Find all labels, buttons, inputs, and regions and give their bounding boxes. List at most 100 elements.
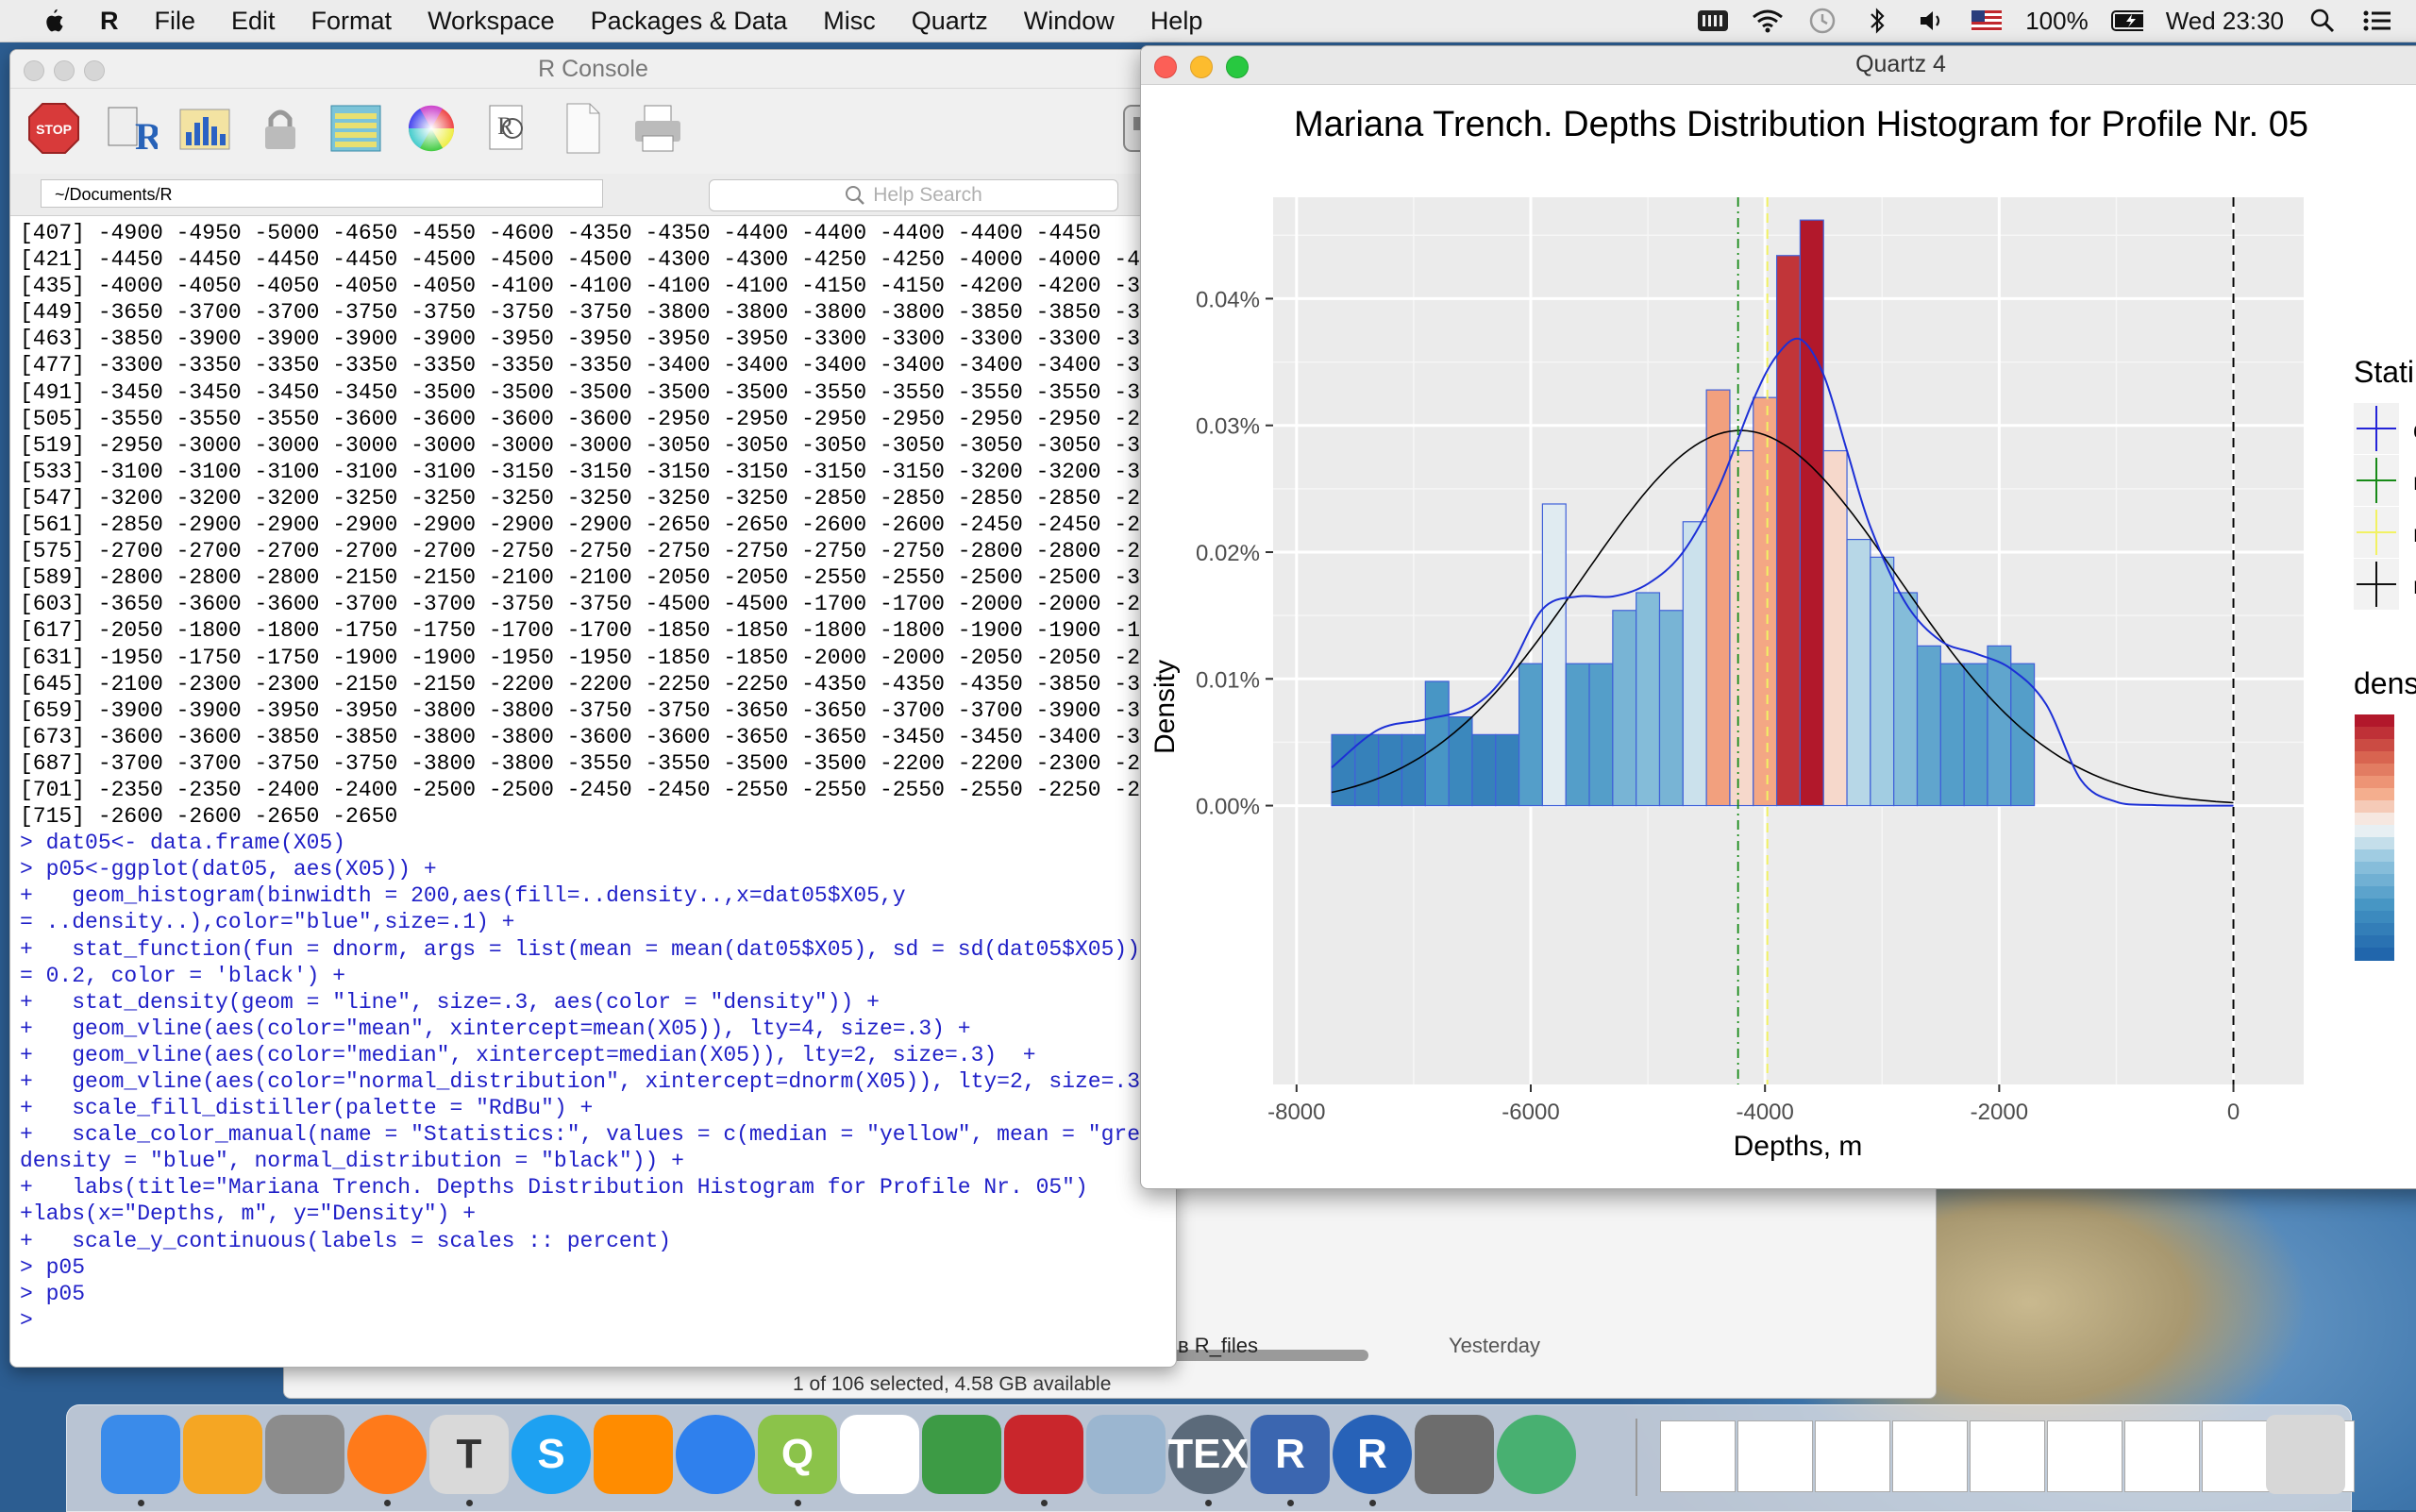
console-command-line: + scale_y_continuous(labels = scales :: … xyxy=(20,1228,672,1253)
console-command-line: + scale_color_manual(name = "Statistics:… xyxy=(20,1122,1166,1148)
fill-colorbar-segment xyxy=(2355,886,2394,899)
volume-icon[interactable] xyxy=(1916,8,1948,34)
skype-icon[interactable]: S xyxy=(512,1415,591,1494)
minimized-window-thumbnail[interactable] xyxy=(1737,1420,1813,1492)
battery-percent[interactable]: 100% xyxy=(2025,7,2089,36)
open-document-icon[interactable]: R xyxy=(478,100,535,157)
textedit-icon[interactable] xyxy=(840,1415,919,1494)
console-output-line: [449] -3650 -3700 -3700 -3750 -3750 -375… xyxy=(20,300,1166,326)
menu-app-r[interactable]: R xyxy=(100,7,119,36)
menu-quartz[interactable]: Quartz xyxy=(912,7,988,36)
clock[interactable]: Wed 23:30 xyxy=(2166,7,2284,36)
menu-help[interactable]: Help xyxy=(1150,7,1203,36)
fill-colorbar-segment xyxy=(2355,739,2394,752)
console-output-line: [659] -3900 -3900 -3950 -3950 -3800 -380… xyxy=(20,697,1166,723)
histogram-bar xyxy=(1987,645,2012,807)
fill-colorbar-segment xyxy=(2355,825,2394,838)
y-tick-label: 0.01% xyxy=(1196,667,1260,693)
apple-icon[interactable] xyxy=(40,7,66,35)
spotlight-search-icon[interactable] xyxy=(2307,8,2339,34)
r-icon[interactable]: R xyxy=(1250,1415,1330,1494)
gimp-icon[interactable] xyxy=(1415,1415,1494,1494)
fill-colorbar-segment xyxy=(2355,923,2394,936)
quartz-titlebar[interactable]: Quartz 4 xyxy=(1141,46,2416,85)
pages-icon[interactable] xyxy=(183,1415,262,1494)
help-search-field[interactable]: Help Search xyxy=(709,179,1118,211)
firefox-icon[interactable] xyxy=(347,1415,427,1494)
fill-colorbar-segment xyxy=(2355,714,2394,728)
ibooks-icon[interactable] xyxy=(922,1415,1001,1494)
menu-edit[interactable]: Edit xyxy=(231,7,276,36)
memory-meter-icon[interactable] xyxy=(1697,8,1729,34)
r-console-titlebar[interactable]: R Console xyxy=(10,50,1176,89)
minimized-window-thumbnail[interactable] xyxy=(1892,1420,1968,1492)
histogram-bar xyxy=(1565,663,1590,807)
console-command-line: = ..density..),color="blue",size=.1) + xyxy=(20,910,515,935)
new-document-icon[interactable] xyxy=(554,100,611,157)
stop-icon[interactable]: STOP xyxy=(25,100,82,157)
console-output-line: [491] -3450 -3450 -3450 -3450 -3500 -350… xyxy=(20,379,1166,405)
y-tick-label: 0.03% xyxy=(1196,414,1260,440)
histogram-bar xyxy=(1729,449,1754,807)
battery-icon[interactable] xyxy=(2110,8,2143,34)
console-output-line: [463] -3850 -3900 -3900 -3900 -3900 -395… xyxy=(20,327,1166,352)
calculator-icon[interactable] xyxy=(265,1415,344,1494)
search-icon xyxy=(846,186,865,206)
fill-colorbar-segment xyxy=(2355,837,2394,850)
console-output[interactable]: [407] -4900 -4950 -5000 -4650 -4550 -460… xyxy=(20,220,1166,1329)
workspace-browser-icon[interactable] xyxy=(327,100,384,157)
menu-misc[interactable]: Misc xyxy=(823,7,876,36)
console-command-line: + geom_vline(aes(color="normal_distribut… xyxy=(20,1069,1166,1094)
histogram-bar xyxy=(1682,521,1707,807)
minimized-window-thumbnail[interactable] xyxy=(1815,1420,1890,1492)
histogram-bar xyxy=(1870,556,1895,807)
menu-file[interactable]: File xyxy=(155,7,196,36)
r-app-icon[interactable]: R xyxy=(1333,1415,1412,1494)
print-icon[interactable] xyxy=(629,100,686,157)
quartz-chart-icon[interactable] xyxy=(176,100,233,157)
fill-colorbar-segment xyxy=(2355,776,2394,789)
fill-colorbar-segment xyxy=(2355,764,2394,777)
trash-icon[interactable] xyxy=(2266,1415,2345,1494)
lock-icon[interactable] xyxy=(252,100,309,157)
x-tick-label: -8000 xyxy=(1267,1100,1325,1125)
bluetooth-icon[interactable] xyxy=(1861,8,1893,34)
console-command-line: > dat05<- data.frame(X05) xyxy=(20,831,346,856)
tex-icon[interactable]: TEX xyxy=(1167,1415,1249,1494)
acrobat-icon[interactable] xyxy=(1004,1415,1083,1494)
wifi-icon[interactable] xyxy=(1752,8,1784,34)
qgis-icon[interactable]: Q xyxy=(758,1415,837,1494)
menu-workspace[interactable]: Workspace xyxy=(428,7,555,36)
console-command-line: + stat_density(geom = "line", size=.3, a… xyxy=(20,989,880,1015)
color-picker-icon[interactable] xyxy=(403,100,460,157)
console-command-line: > p05<-ggplot(dat05, aes(X05)) + xyxy=(20,857,437,882)
histogram-bar xyxy=(1401,733,1426,807)
working-directory-field[interactable]: ~/Documents/R xyxy=(41,179,603,208)
menu-format[interactable]: Format xyxy=(311,7,393,36)
console-output-line: [617] -2050 -1800 -1800 -1750 -1750 -170… xyxy=(20,618,1166,644)
time-machine-icon[interactable] xyxy=(1806,8,1838,34)
quartz-window[interactable]: Quartz 4 -8000 -6000 -4000 -2000 0 0.00% 0.01%… xyxy=(1140,45,2416,1189)
minimized-window-thumbnail[interactable] xyxy=(1970,1420,2045,1492)
menu-packages-data[interactable]: Packages & Data xyxy=(591,7,788,36)
minimized-window-thumbnail[interactable] xyxy=(1660,1420,1736,1492)
atom-icon[interactable] xyxy=(1497,1415,1576,1494)
us-flag-icon[interactable] xyxy=(1971,8,2003,34)
preview-icon[interactable] xyxy=(1086,1415,1166,1494)
source-script-icon[interactable]: R xyxy=(101,100,158,157)
notification-center-icon[interactable] xyxy=(2361,8,2393,34)
minimized-window-thumbnail[interactable] xyxy=(2047,1420,2122,1492)
minimized-window-thumbnail[interactable] xyxy=(2124,1420,2200,1492)
r-console-window[interactable]: R Console STOP R R ~/Documents/R Help Se… xyxy=(9,49,1177,1368)
x-tick-label: -4000 xyxy=(1736,1100,1793,1125)
histogram-bar xyxy=(1846,538,1871,807)
histogram-bar xyxy=(1636,592,1661,807)
finder-icon[interactable] xyxy=(101,1415,180,1494)
finder-folder-name[interactable]: в R_files xyxy=(1178,1334,1258,1358)
menu-window[interactable]: Window xyxy=(1024,7,1115,36)
safari-icon[interactable] xyxy=(676,1415,755,1494)
histogram-bar xyxy=(1471,733,1497,807)
console-output-line: [575] -2700 -2700 -2700 -2700 -2700 -275… xyxy=(20,539,1166,564)
vlc-icon[interactable] xyxy=(594,1415,673,1494)
texshop-icon[interactable]: T xyxy=(429,1415,509,1494)
